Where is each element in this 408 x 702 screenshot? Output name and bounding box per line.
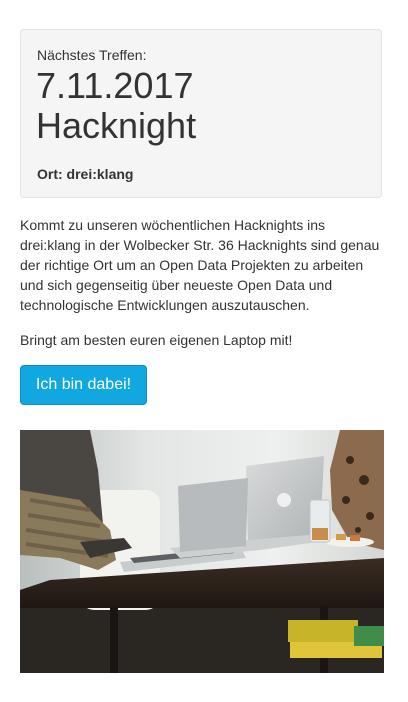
next-meeting-label: Nächstes Treffen: — [37, 47, 147, 63]
event-name: Hacknight — [36, 105, 197, 146]
next-meeting-card: Nächstes Treffen: 7.11.2017 Hacknight Or… — [20, 29, 382, 198]
laptop-photo-illustration — [20, 430, 384, 673]
event-date: 7.11.2017 — [36, 65, 194, 106]
laptop-photo — [20, 430, 384, 673]
event-description: Kommt zu unseren wöchentlichen Hacknight… — [20, 217, 380, 313]
join-button[interactable]: Ich bin dabei! — [20, 365, 147, 405]
event-title: 7.11.2017 Hacknight — [36, 66, 196, 146]
event-location: Ort: drei:klang — [37, 166, 134, 182]
laptop-note: Bringt am besten euren eigenen Laptop mi… — [20, 332, 293, 348]
